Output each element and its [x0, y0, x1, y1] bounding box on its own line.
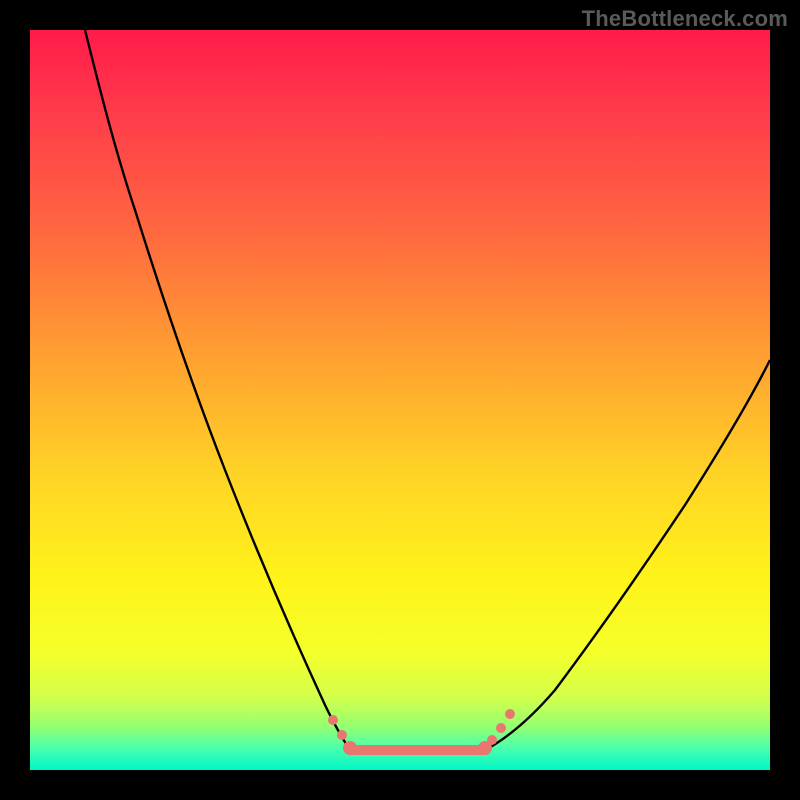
- left-dot-2: [337, 730, 347, 740]
- right-dot-2: [487, 735, 497, 745]
- curve-layer: [30, 30, 770, 770]
- right-curve: [485, 360, 770, 750]
- left-dot-3: [343, 741, 357, 755]
- right-dot-4: [505, 709, 515, 719]
- chart-canvas: TheBottleneck.com: [0, 0, 800, 800]
- left-dot-1: [328, 715, 338, 725]
- right-dot-3: [496, 723, 506, 733]
- plot-area: [30, 30, 770, 770]
- left-curve: [85, 30, 350, 750]
- watermark-text: TheBottleneck.com: [582, 6, 788, 32]
